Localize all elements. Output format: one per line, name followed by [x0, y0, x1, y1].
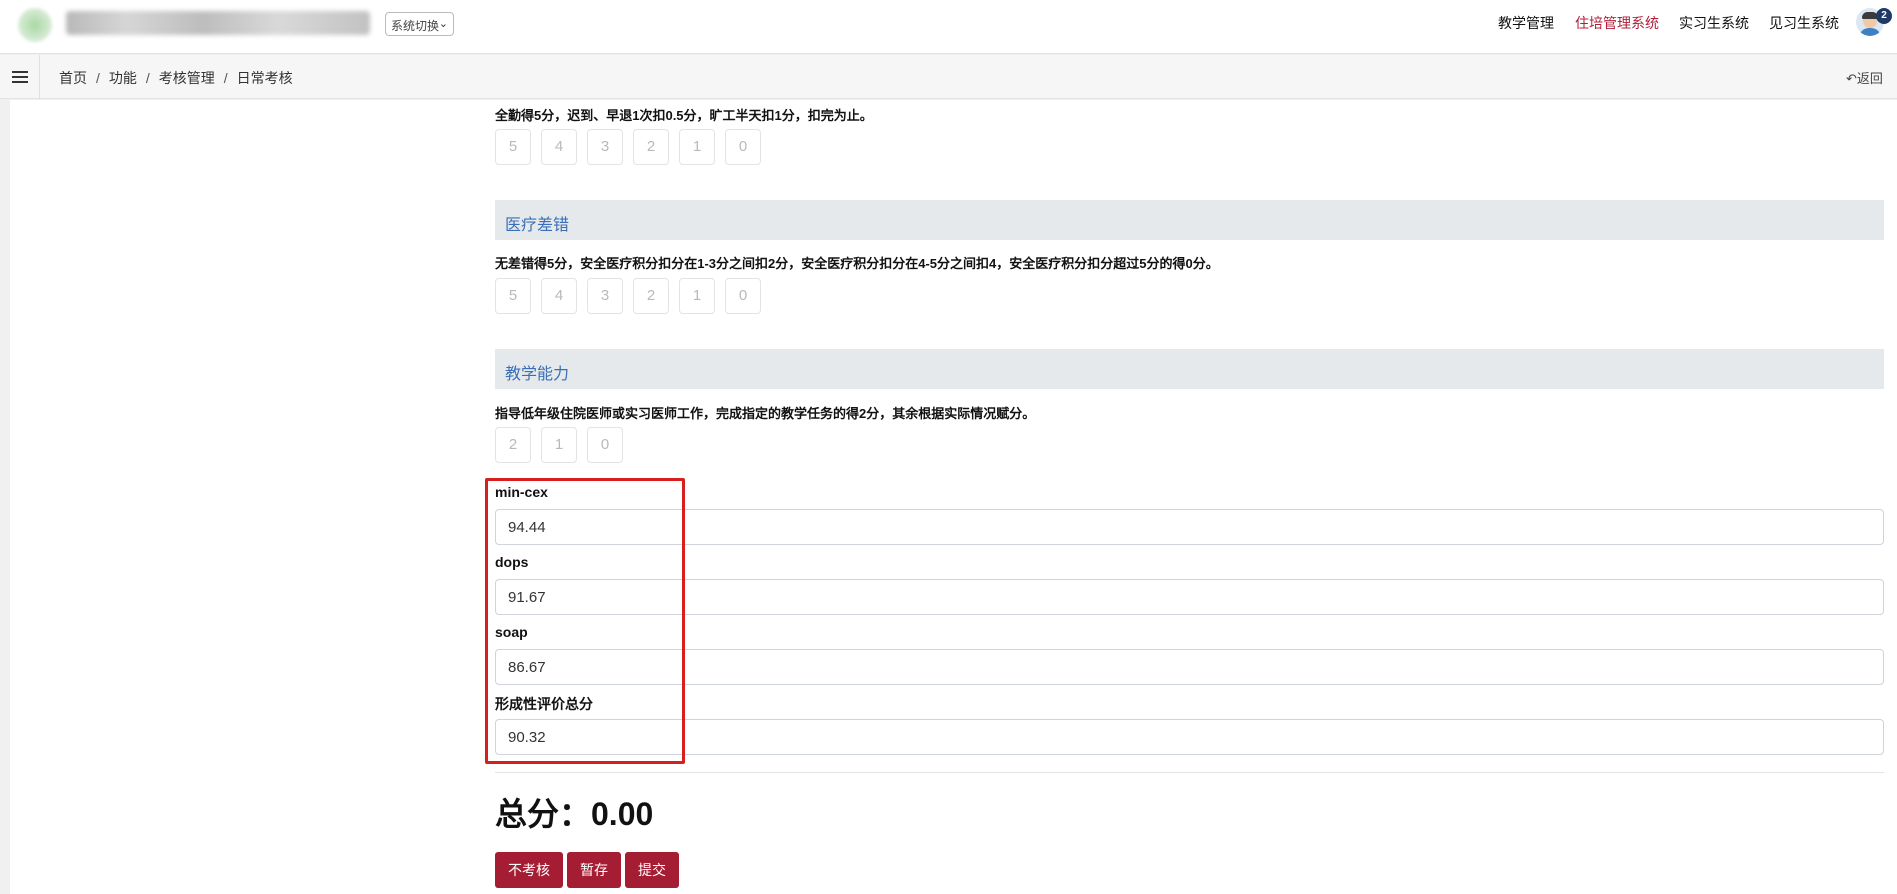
hospital-name-blurred — [66, 11, 370, 35]
score-option[interactable]: 2 — [633, 278, 669, 314]
back-label: 返回 — [1856, 71, 1883, 86]
dops-input[interactable] — [495, 579, 1884, 615]
breadcrumb-home[interactable]: 首页 — [59, 70, 87, 86]
score-option[interactable]: 3 — [587, 278, 623, 314]
score-option[interactable]: 2 — [495, 427, 531, 463]
system-switch-select[interactable]: 系统切换 ⌄ — [385, 12, 454, 36]
submit-button[interactable]: 提交 — [625, 852, 679, 888]
section-title-teaching-ability: 教学能力 — [495, 349, 1884, 389]
total-score: 总分：0.00 — [495, 796, 654, 832]
reply-arrow-icon: ↶ — [1846, 71, 1857, 86]
save-draft-button[interactable]: 暂存 — [567, 852, 621, 888]
score-option[interactable]: 1 — [541, 427, 577, 463]
medical-error-description: 无差错得5分，安全医疗积分扣分在1-3分之间扣2分，安全医疗积分扣分在4-5分之… — [495, 256, 1219, 271]
breadcrumb: 首页 / 功能 / 考核管理 / 日常考核 — [59, 70, 293, 86]
teaching-ability-description: 指导低年级住院医师或实习医师工作，完成指定的教学任务的得2分，其余根据实际情况赋… — [495, 406, 1036, 421]
score-option[interactable]: 0 — [587, 427, 623, 463]
dops-label: dops — [495, 554, 529, 570]
nav-intern-system[interactable]: 实习生系统 — [1679, 13, 1749, 33]
nav-trainee-system[interactable]: 见习生系统 — [1769, 13, 1839, 33]
soap-input[interactable] — [495, 649, 1884, 685]
divider — [495, 772, 1884, 773]
score-option[interactable]: 1 — [679, 129, 715, 165]
score-option[interactable]: 0 — [725, 278, 761, 314]
back-button[interactable]: ↶返回 — [1846, 68, 1883, 87]
score-option[interactable]: 5 — [495, 278, 531, 314]
formative-total-label: 形成性评价总分 — [495, 696, 593, 712]
notification-badge: 2 — [1876, 8, 1892, 24]
system-switch-label: 系统切换 — [391, 19, 440, 33]
hospital-logo — [18, 8, 52, 42]
breadcrumb-daily-assessment: 日常考核 — [236, 70, 293, 86]
nav-residency-system[interactable]: 住培管理系统 — [1575, 13, 1659, 33]
chevron-down-icon: ⌄ — [438, 18, 448, 30]
hamburger-icon — [12, 71, 28, 73]
min-cex-label: min-cex — [495, 484, 548, 500]
breadcrumb-function[interactable]: 功能 — [109, 70, 137, 86]
skip-assessment-button[interactable]: 不考核 — [495, 852, 563, 888]
score-option[interactable]: 4 — [541, 129, 577, 165]
score-option[interactable]: 5 — [495, 129, 531, 165]
section-title-medical-error: 医疗差错 — [495, 200, 1884, 240]
score-option[interactable]: 0 — [725, 129, 761, 165]
score-option[interactable]: 2 — [633, 129, 669, 165]
breadcrumb-exam-management[interactable]: 考核管理 — [159, 70, 215, 86]
soap-label: soap — [495, 624, 528, 640]
attendance-description: 全勤得5分，迟到、早退1次扣0.5分，旷工半天扣1分，扣完为止。 — [495, 108, 873, 123]
menu-toggle-button[interactable] — [0, 55, 40, 99]
breadcrumb-bar: 首页 / 功能 / 考核管理 / 日常考核 ↶返回 — [0, 55, 1897, 99]
main-content: 全勤得5分，迟到、早退1次扣0.5分，旷工半天扣1分，扣完为止。 5 4 3 2… — [10, 100, 1897, 894]
score-option[interactable]: 4 — [541, 278, 577, 314]
score-option[interactable]: 1 — [679, 278, 715, 314]
top-header: 系统切换 ⌄ 教学管理 住培管理系统 实习生系统 见习生系统 2 — [0, 0, 1897, 54]
formative-total-input[interactable] — [495, 719, 1884, 755]
min-cex-input[interactable] — [495, 509, 1884, 545]
score-option[interactable]: 3 — [587, 129, 623, 165]
nav-teaching-management[interactable]: 教学管理 — [1498, 13, 1554, 33]
